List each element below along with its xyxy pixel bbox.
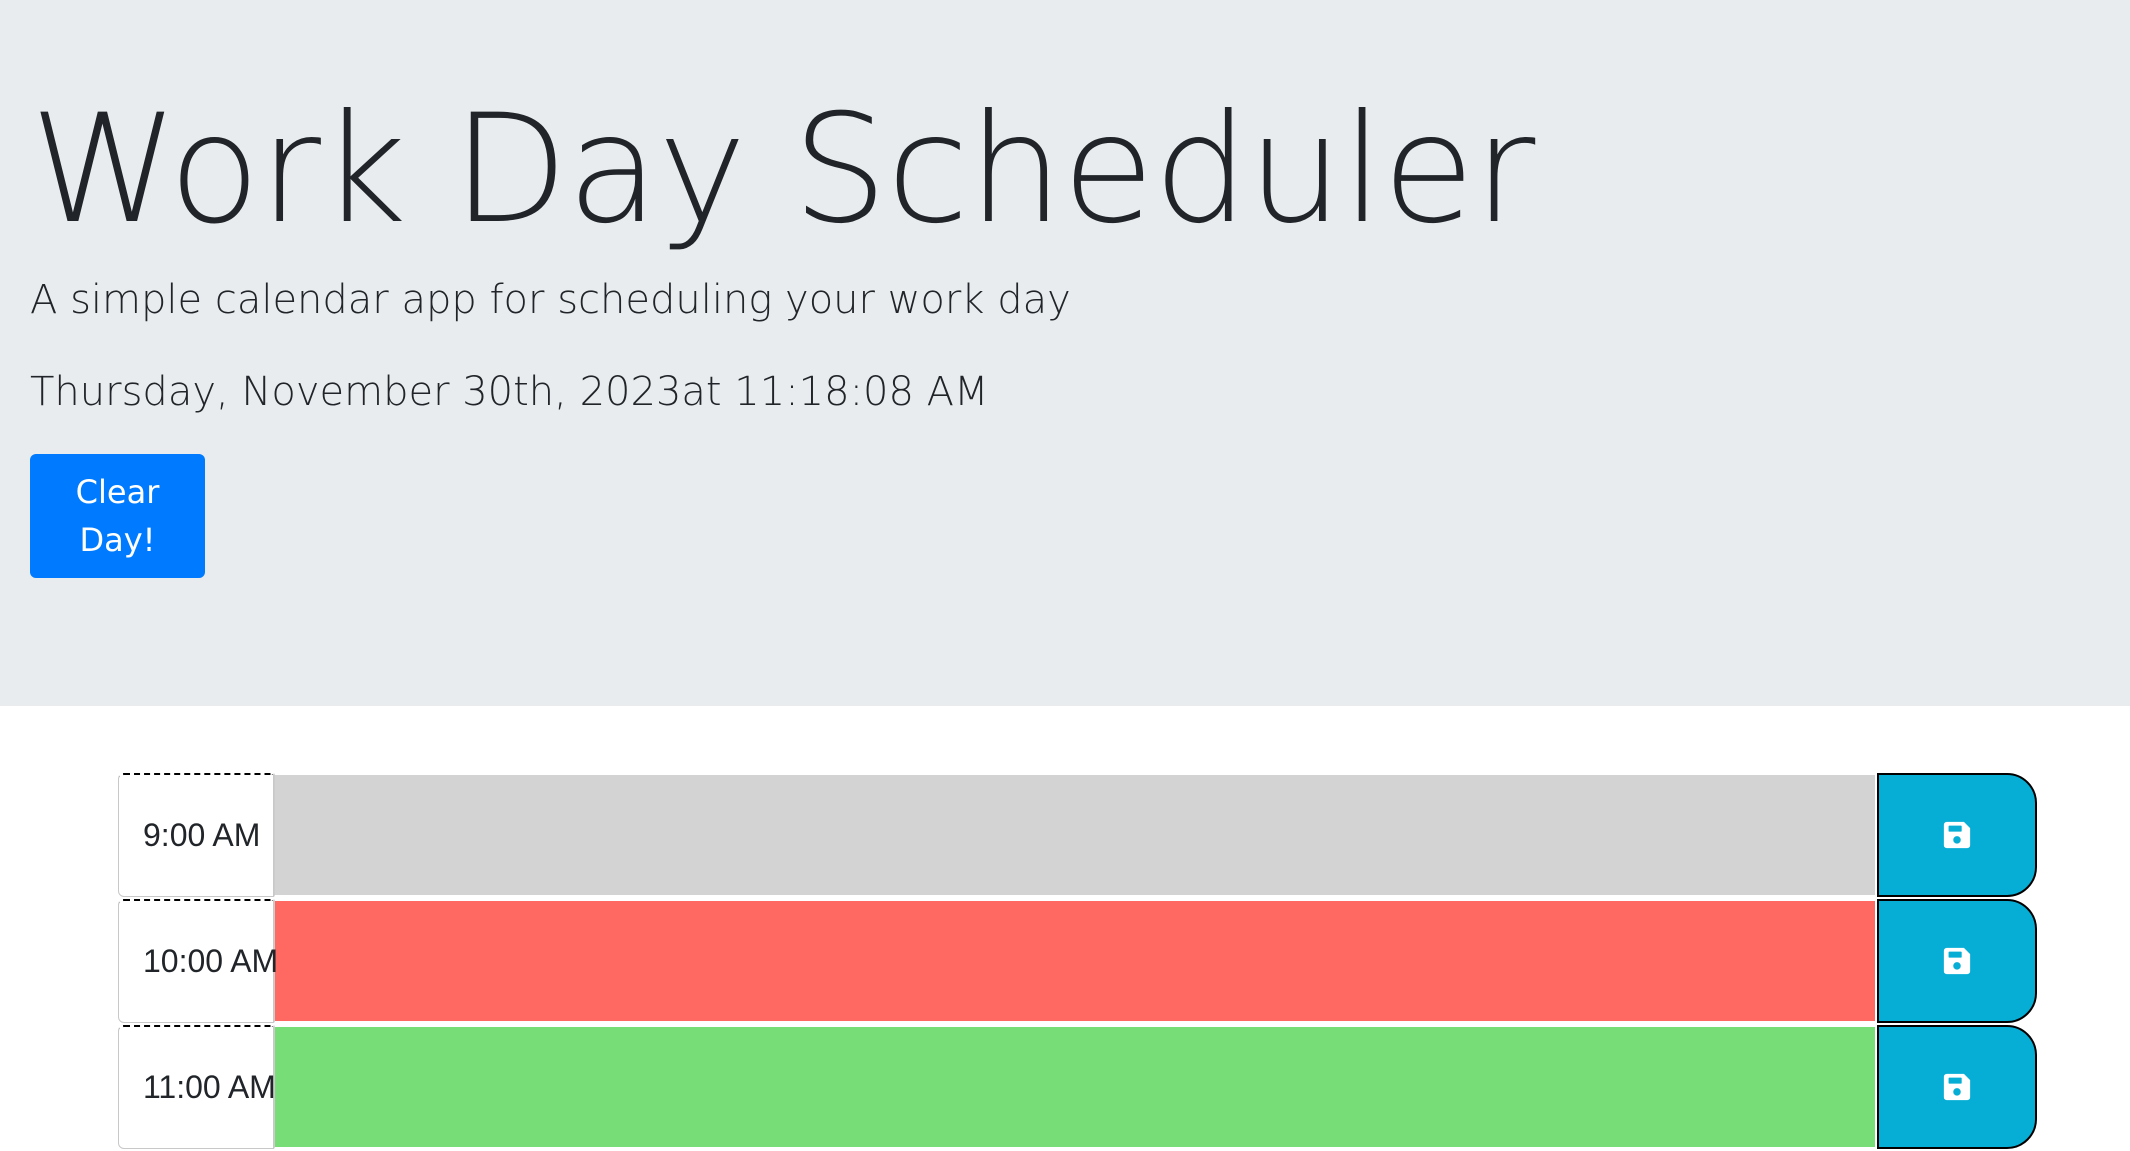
save-button[interactable] bbox=[1877, 773, 2037, 897]
header-jumbotron: Work Day Scheduler A simple calendar app… bbox=[0, 0, 2130, 706]
hour-label: 10:00 AM bbox=[118, 899, 278, 1023]
event-description-input[interactable] bbox=[274, 773, 1877, 897]
save-button[interactable] bbox=[1877, 899, 2037, 1023]
time-block-10am: 10:00 AM bbox=[118, 899, 2037, 1025]
time-block-list: 9:00 AM 10:00 AM 11:00 AM bbox=[118, 773, 2037, 1151]
time-block-9am: 9:00 AM bbox=[118, 773, 2037, 899]
floppy-disk-icon bbox=[1942, 946, 1972, 976]
current-datetime: Thursday, November 30th, 2023at 11:18:08… bbox=[30, 369, 989, 415]
page-title: Work Day Scheduler bbox=[30, 83, 1535, 257]
clear-day-button[interactable]: Clear Day! bbox=[30, 454, 205, 578]
save-button[interactable] bbox=[1877, 1025, 2037, 1149]
floppy-disk-icon bbox=[1942, 1072, 1972, 1102]
hour-label: 11:00 AM bbox=[118, 1025, 276, 1149]
time-block-11am: 11:00 AM bbox=[118, 1025, 2037, 1151]
hour-label: 9:00 AM bbox=[118, 773, 274, 897]
event-description-input[interactable] bbox=[274, 899, 1877, 1023]
event-description-input[interactable] bbox=[274, 1025, 1877, 1149]
page-subtitle: A simple calendar app for scheduling you… bbox=[30, 277, 1071, 323]
floppy-disk-icon bbox=[1942, 820, 1972, 850]
